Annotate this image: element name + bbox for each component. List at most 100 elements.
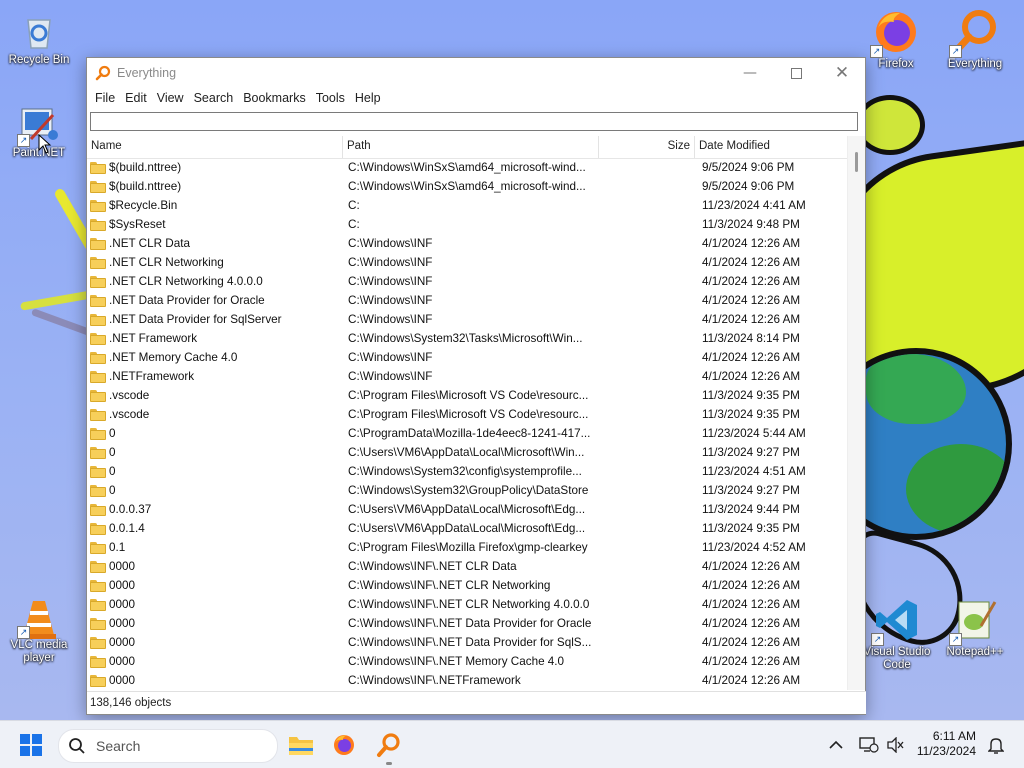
- menu-view[interactable]: View: [152, 91, 189, 105]
- result-path: C:\Windows\WinSxS\amd64_microsoft-wind..…: [348, 161, 586, 174]
- result-row[interactable]: .NET Memory Cache 4.0 C:\Windows\INF 4/1/2…: [87, 348, 847, 367]
- desktop-icon-notepadpp[interactable]: ↗ Notepad++: [937, 596, 1013, 659]
- search-input[interactable]: [90, 111, 858, 131]
- result-name-cell: 0: [87, 465, 343, 478]
- desktop-icon-vlc[interactable]: ↗ VLC media player: [1, 597, 77, 665]
- result-row[interactable]: 0000 C:\Windows\INF\.NET Memory Cache 4.0…: [87, 652, 847, 671]
- menu-file[interactable]: File: [90, 91, 120, 105]
- result-row[interactable]: 0.0.1.4 C:\Users\VM6\AppData\Local\Micros…: [87, 519, 847, 538]
- result-name-cell: .NET Data Provider for SqlServer: [87, 313, 343, 326]
- desktop-icon-recycle-bin[interactable]: Recycle Bin: [1, 12, 77, 67]
- result-name-cell: 0.1: [87, 541, 343, 554]
- window-titlebar[interactable]: Everything — ✕: [87, 58, 865, 88]
- taskbar-search[interactable]: Search: [58, 729, 278, 763]
- result-row[interactable]: $(build.nttree) C:\Windows\WinSxS\amd64_m…: [87, 177, 847, 196]
- result-path: C:\Windows\INF\.NET CLR Networking 4.0.0…: [348, 598, 590, 611]
- column-header-date-modified[interactable]: Date Modified: [695, 136, 847, 158]
- desktop-icon-label: Everything: [947, 58, 1003, 70]
- folder-icon: [90, 598, 106, 611]
- result-row[interactable]: .NET Data Provider for SqlServer C:\Windo…: [87, 310, 847, 329]
- result-row[interactable]: .NET Framework C:\Windows\System32\Tasks\…: [87, 329, 847, 348]
- column-header-path[interactable]: Path: [343, 136, 599, 158]
- close-button[interactable]: ✕: [819, 58, 865, 88]
- folder-icon: [90, 560, 106, 573]
- result-row[interactable]: .vscode C:\Program Files\Microsoft VS Cod…: [87, 405, 847, 424]
- column-header-size[interactable]: Size: [599, 136, 695, 158]
- network-status[interactable]: [859, 721, 879, 768]
- show-hidden-icons-button[interactable]: [829, 721, 843, 768]
- desktop-icon-firefox[interactable]: ↗ Firefox: [858, 8, 934, 71]
- result-path: C:\Windows\INF\.NETFramework: [348, 674, 521, 687]
- result-row[interactable]: .vscode C:\Program Files\Microsoft VS Cod…: [87, 386, 847, 405]
- result-row[interactable]: .NET CLR Networking C:\Windows\INF 4/1/202…: [87, 253, 847, 272]
- desktop-icon-everything[interactable]: ↗ Everything: [937, 8, 1013, 71]
- result-row[interactable]: .NET Data Provider for Oracle C:\Windows\…: [87, 291, 847, 310]
- scrollbar-thumb[interactable]: [855, 152, 858, 172]
- result-row[interactable]: 0 C:\Windows\System32\GroupPolicy\DataSto…: [87, 481, 847, 500]
- result-row[interactable]: .NETFramework C:\Windows\INF 4/1/2024 12:2…: [87, 367, 847, 386]
- start-button[interactable]: [20, 734, 42, 756]
- result-date-modified: 4/1/2024 12:26 AM: [702, 294, 801, 307]
- vscode-icon: ↗: [871, 596, 921, 646]
- result-date-modified: 4/1/2024 12:26 AM: [702, 237, 801, 250]
- taskbar-everything[interactable]: [373, 729, 405, 765]
- taskbar-file-explorer[interactable]: [285, 729, 317, 761]
- result-row[interactable]: 0000 C:\Windows\INF\.NET CLR Networking 4…: [87, 595, 847, 614]
- result-path: C:\Windows\INF\.NET CLR Networking: [348, 579, 551, 592]
- result-row[interactable]: .NET CLR Networking 4.0.0.0 C:\Windows\IN…: [87, 272, 847, 291]
- result-name-cell: 0: [87, 427, 343, 440]
- folder-icon: [90, 275, 106, 288]
- result-name-cell: 0000: [87, 617, 343, 630]
- result-path: C:\Windows\INF\.NET Data Provider for Sq…: [348, 636, 592, 649]
- result-row[interactable]: $Recycle.Bin C: 11/23/2024 4:41 AM: [87, 196, 847, 215]
- result-row[interactable]: 0000 C:\Windows\INF\.NET Data Provider fo…: [87, 614, 847, 633]
- result-row[interactable]: 0000 C:\Windows\INF\.NET Data Provider fo…: [87, 633, 847, 652]
- result-row[interactable]: 0.0.0.37 C:\Users\VM6\AppData\Local\Micro…: [87, 500, 847, 519]
- folder-icon: [90, 617, 106, 630]
- taskbar-firefox[interactable]: [328, 729, 360, 761]
- folder-icon: [90, 351, 106, 364]
- maximize-button[interactable]: [773, 58, 819, 88]
- everything-window: Everything — ✕ File Edit View Search Boo…: [86, 57, 866, 715]
- menu-search[interactable]: Search: [189, 91, 239, 105]
- result-row[interactable]: $(build.nttree) C:\Windows\WinSxS\amd64_m…: [87, 158, 847, 177]
- shortcut-arrow-icon: ↗: [17, 134, 30, 147]
- result-path: C:\Windows\INF\.NET Memory Cache 4.0: [348, 655, 565, 668]
- column-header-name[interactable]: Name: [87, 136, 343, 158]
- volume-status[interactable]: [886, 721, 904, 768]
- folder-icon: [90, 579, 106, 592]
- menu-bookmarks[interactable]: Bookmarks: [238, 91, 311, 105]
- result-date-modified: 11/3/2024 9:35 PM: [702, 408, 800, 421]
- taskbar-clock[interactable]: 6:11 AM 11/23/2024: [917, 729, 976, 759]
- folder-icon: [90, 237, 106, 250]
- result-name: 0: [109, 446, 116, 459]
- result-row[interactable]: .NET CLR Data C:\Windows\INF 4/1/2024 12:2…: [87, 234, 847, 253]
- result-date-modified: 11/3/2024 9:27 PM: [702, 446, 800, 459]
- vertical-scrollbar[interactable]: [847, 136, 865, 690]
- result-name: 0.0.1.4: [109, 522, 145, 535]
- result-row[interactable]: 0 C:\Users\VM6\AppData\Local\Microsoft\Wi…: [87, 443, 847, 462]
- result-row[interactable]: $SysReset C: 11/3/2024 9:48 PM: [87, 215, 847, 234]
- result-date-modified: 11/23/2024 5:44 AM: [702, 427, 806, 440]
- desktop-icon-vscode[interactable]: ↗ Visual Studio Code: [859, 596, 935, 672]
- folder-icon: [90, 636, 106, 649]
- folder-icon: [90, 180, 106, 193]
- result-row[interactable]: 0000 C:\Windows\INF\.NET CLR Data 4/1/2024…: [87, 557, 847, 576]
- menu-edit[interactable]: Edit: [120, 91, 152, 105]
- result-row[interactable]: 0000 C:\Windows\INF\.NETFramework 4/1/2024…: [87, 671, 847, 690]
- menu-tools[interactable]: Tools: [311, 91, 350, 105]
- result-name-cell: .NET CLR Networking: [87, 256, 343, 269]
- notifications-button[interactable]: [988, 721, 1004, 768]
- result-row[interactable]: 0 C:\Windows\System32\config\systemprofil…: [87, 462, 847, 481]
- result-name-cell: 0000: [87, 674, 343, 687]
- firefox-icon: [334, 735, 354, 755]
- result-path: C:\Windows\INF: [348, 256, 433, 269]
- menu-help[interactable]: Help: [350, 91, 386, 105]
- result-name: 0000: [109, 560, 136, 573]
- taskbar: Search 6:11 AM 11/23/2024: [0, 720, 1024, 768]
- minimize-button[interactable]: —: [727, 58, 773, 88]
- result-row[interactable]: 0000 C:\Windows\INF\.NET CLR Networking 4/…: [87, 576, 847, 595]
- result-name-cell: $SysReset: [87, 218, 343, 231]
- result-row[interactable]: 0 C:\ProgramData\Mozilla-1de4eec8-1241-41…: [87, 424, 847, 443]
- result-row[interactable]: 0.1 C:\Program Files\Mozilla Firefox\gmp-…: [87, 538, 847, 557]
